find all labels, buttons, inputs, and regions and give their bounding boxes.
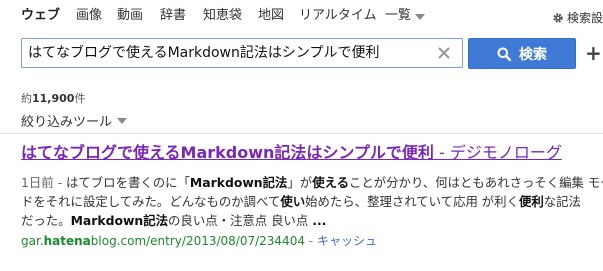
result-url-highlight: hatena xyxy=(43,234,91,248)
snippet-line: だった。Markdown記法の良い点・注意点 良い点 ... xyxy=(21,211,603,230)
result-url: gar.hatenablog.com/entry/2013/08/07/2344… xyxy=(21,234,305,248)
result-count-suffix: 件 xyxy=(74,92,86,105)
result-title-main: はてなブログで使えるMarkdown記法はシンプルで便利 xyxy=(21,143,434,162)
snippet-text: な記法 xyxy=(543,194,581,209)
filter-tools-label: 絞り込みツール xyxy=(21,115,113,130)
gear-icon xyxy=(553,12,563,23)
add-icon[interactable]: + xyxy=(585,43,603,63)
chevron-down-icon xyxy=(415,13,426,20)
result-title-site: - デジモノローグ xyxy=(433,143,562,162)
settings-link[interactable]: 検索設 xyxy=(552,9,603,26)
result-date: 1日前 - xyxy=(21,175,67,190)
close-icon[interactable] xyxy=(434,43,454,63)
snippet-highlight: 使える xyxy=(312,175,349,190)
search-button-label: 検索 xyxy=(519,46,547,63)
tab-more-label: 一覧 xyxy=(385,8,412,23)
snippet-highlight: Markdown記法 xyxy=(189,175,288,190)
snippet-text: 」が xyxy=(287,175,313,190)
snippet-highlight: Markdown記法 xyxy=(70,213,169,228)
tab-images[interactable]: 画像 xyxy=(76,8,102,24)
snippet-text: だった。 xyxy=(21,213,71,228)
snippet-text: の良い点・注意点 良い点 xyxy=(168,213,313,228)
result-count-value: 11,900 xyxy=(32,92,75,105)
search-icon xyxy=(497,47,511,61)
tab-dictionary[interactable]: 辞書 xyxy=(160,8,186,24)
snippet-ellipsis: ... xyxy=(312,213,327,228)
tab-realtime[interactable]: リアルタイム xyxy=(299,8,377,24)
search-result: はてなブログで使えるMarkdown記法はシンプルで便利 - デジモノローグ 1… xyxy=(21,141,603,250)
search-button[interactable]: 検索 xyxy=(468,38,576,69)
snippet-highlight: 使い xyxy=(280,194,306,209)
chevron-down-icon xyxy=(117,118,128,124)
snippet-text: はてブロを書くのに「 xyxy=(66,175,190,190)
snippet-text: ドをそれに設定してみた。どんなものか調べて xyxy=(21,194,281,209)
search-bar: はてなブログで使えるMarkdown記法はシンプルで便利 検索 + xyxy=(0,38,603,70)
snippet-line: 1日前 - はてブロを書くのに「Markdown記法」が使えることが分かり、何は… xyxy=(21,173,603,192)
snippet-text: ことが分かり、何はともあれさっそく編集 モー xyxy=(349,175,603,190)
snippet-text: 始めたら、整理されていて応用 が利く xyxy=(305,194,519,209)
top-navigation: ウェブ 画像 動画 辞書 知恵袋 地図 リアルタイム 一覧 検索設 xyxy=(0,0,603,34)
snippet-line: ドをそれに設定してみた。どんなものか調べて使い始めたら、整理されていて応用 が利… xyxy=(21,192,603,211)
result-count-prefix: 約 xyxy=(21,92,32,105)
result-snippet: 1日前 - はてブロを書くのに「Markdown記法」が使えることが分かり、何は… xyxy=(21,173,603,230)
result-count: 約11,900件 xyxy=(21,90,85,106)
result-title-link[interactable]: はてなブログで使えるMarkdown記法はシンプルで便利 - デジモノローグ xyxy=(21,141,603,165)
settings-label: 検索設 xyxy=(566,11,603,25)
result-url-line: gar.hatenablog.com/entry/2013/08/07/2344… xyxy=(21,232,603,250)
snippet-highlight: 便利 xyxy=(518,194,544,209)
result-url-part: blog.com/entry/2013/08/07/234404 xyxy=(90,234,305,248)
tab-videos[interactable]: 動画 xyxy=(117,8,143,24)
tab-web[interactable]: ウェブ xyxy=(21,8,60,24)
tab-more[interactable]: 一覧 xyxy=(385,8,426,24)
search-input[interactable]: はてなブログで使えるMarkdown記法はシンプルで便利 xyxy=(21,38,463,68)
filter-tools-button[interactable]: 絞り込みツール xyxy=(21,111,128,130)
search-query-text: はてなブログで使えるMarkdown記法はシンプルで便利 xyxy=(28,45,380,61)
result-url-part: gar. xyxy=(21,234,44,248)
cache-link[interactable]: キャッシュ xyxy=(317,234,377,248)
tab-chiebukuro[interactable]: 知恵袋 xyxy=(203,8,242,24)
tab-maps[interactable]: 地図 xyxy=(258,8,284,24)
url-separator: - xyxy=(304,234,317,248)
filter-bar: 絞り込みツール xyxy=(0,108,603,134)
